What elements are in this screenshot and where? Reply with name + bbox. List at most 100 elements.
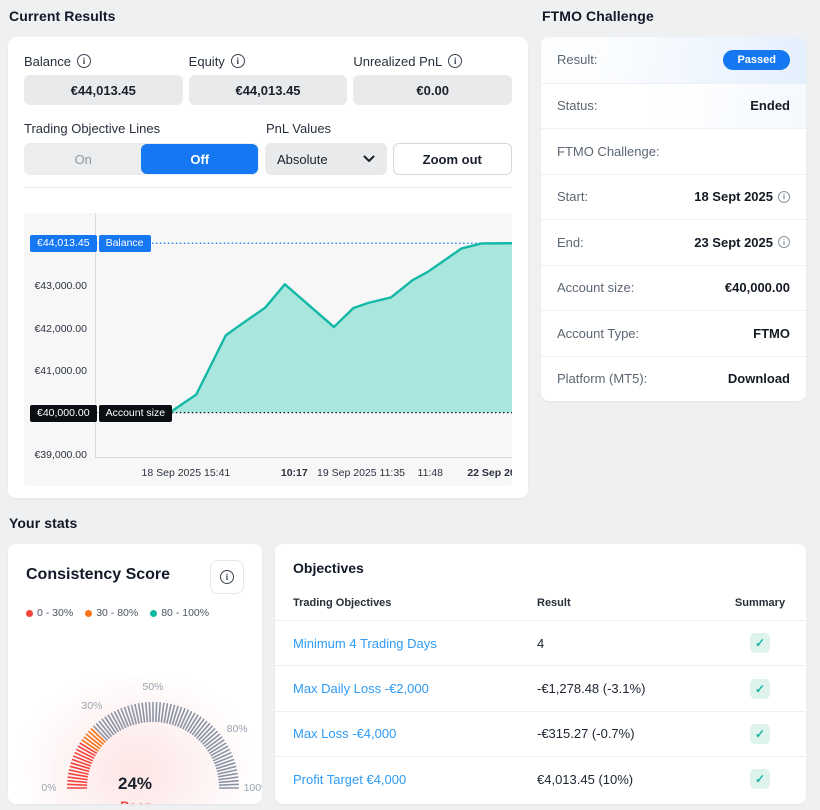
- table-row: Profit Target €4,000 €4,013.45 (10%) ✓: [275, 756, 806, 801]
- balance-marker: €44,013.45 Balance: [30, 235, 151, 252]
- current-results-title: Current Results: [9, 8, 528, 24]
- toggle-on-button[interactable]: On: [25, 144, 141, 174]
- check-icon: ✓: [750, 724, 770, 744]
- ftmo-challenge-card: Result: Passed Status: Ended FTMO Challe…: [541, 37, 806, 401]
- start-value: 18 Sept 2025: [694, 189, 773, 204]
- gauge-axis-label: 80%: [227, 723, 248, 735]
- info-icon[interactable]: [231, 54, 245, 68]
- account-size-value: €40,000.00: [725, 280, 790, 295]
- objectives-title: Objectives: [275, 560, 806, 576]
- toggle-off-button[interactable]: Off: [141, 144, 257, 174]
- col-summary: Summary: [732, 597, 788, 609]
- end-label: End:: [557, 235, 584, 250]
- objective-result: -€1,278.48 (-3.1%): [537, 681, 732, 696]
- platform-download-link[interactable]: Download: [728, 371, 790, 386]
- pnl-values-selected: Absolute: [277, 152, 328, 167]
- consistency-score-card: Consistency Score 0 - 30% 30 - 80% 80 - 10…: [8, 544, 262, 804]
- zoom-out-button[interactable]: Zoom out: [393, 143, 512, 175]
- legend-dot-icon: [85, 610, 92, 617]
- consistency-legend: 0 - 30% 30 - 80% 80 - 100%: [26, 607, 244, 619]
- gauge-ticks: [44, 621, 262, 796]
- unrealized-pnl-value: €0.00: [353, 75, 512, 105]
- check-icon: ✓: [750, 769, 770, 789]
- info-button[interactable]: [210, 560, 244, 594]
- objective-link-profit-target[interactable]: Profit Target €4,000: [293, 772, 537, 787]
- chart-x-axis: 18 Sep 2025 15:41 10:17 19 Sep 2025 11:35 1…: [95, 465, 512, 483]
- unrealized-pnl-field: Unrealized PnL €0.00: [353, 53, 512, 105]
- start-row: Start: 18 Sept 2025: [541, 174, 806, 220]
- account-size-label: Account size:: [557, 280, 634, 295]
- y-axis-tick: €39,000.00: [34, 449, 87, 461]
- x-axis-tick: 22 Sep 2025: [467, 467, 512, 479]
- pnl-values-dropdown[interactable]: Absolute: [265, 143, 387, 175]
- end-row: End: 23 Sept 2025: [541, 219, 806, 265]
- x-axis-tick: 18 Sep 2025 15:41: [142, 467, 231, 479]
- objective-result: 4: [537, 636, 732, 651]
- result-row: Result: Passed: [541, 37, 806, 83]
- account-type-label: Account Type:: [557, 326, 639, 341]
- info-icon: [220, 570, 234, 584]
- table-row: Minimum 4 Trading Days 4 ✓: [275, 620, 806, 665]
- end-value: 23 Sept 2025: [694, 235, 773, 250]
- col-result: Result: [537, 597, 732, 609]
- gauge-axis-label: 0%: [41, 782, 56, 794]
- platform-label: Platform (MT5):: [557, 371, 647, 386]
- table-row: Max Loss -€4,000 -€315.27 (-0.7%) ✓: [275, 711, 806, 756]
- balance-label: Balance: [24, 54, 71, 69]
- objective-result: -€315.27 (-0.7%): [537, 726, 732, 741]
- account-fields: Balance €44,013.45 Equity €44,013.45: [24, 53, 512, 105]
- x-axis-tick: 11:48: [418, 467, 444, 479]
- account-type-value: FTMO: [753, 326, 790, 341]
- legend-dot-icon: [26, 610, 33, 617]
- balance-marker-value: €44,013.45: [30, 235, 97, 252]
- platform-row: Platform (MT5): Download: [541, 356, 806, 402]
- consistency-gauge: 0%30%50%80%100% 24% Poor: [26, 621, 244, 796]
- y-axis-tick: €42,000.00: [34, 323, 87, 335]
- ftmo-challenge-title: FTMO Challenge: [542, 8, 806, 24]
- y-axis-tick: €41,000.00: [34, 365, 87, 377]
- ftmo-challenge-label: FTMO Challenge:: [557, 144, 660, 159]
- status-row: Status: Ended: [541, 83, 806, 129]
- info-icon[interactable]: [448, 54, 462, 68]
- objective-result: €4,013.45 (10%): [537, 772, 732, 787]
- equity-field: Equity €44,013.45: [189, 53, 348, 105]
- account-size-row: Account size: €40,000.00: [541, 265, 806, 311]
- equity-label: Equity: [189, 54, 225, 69]
- y-axis-tick: €43,000.00: [34, 280, 87, 292]
- objective-link-min-trading-days[interactable]: Minimum 4 Trading Days: [293, 636, 537, 651]
- x-axis-tick: 19 Sep 2025 11:35: [317, 467, 405, 479]
- balance-chart[interactable]: €43,000.00 €42,000.00 €41,000.00 €39,000.00…: [24, 213, 512, 486]
- balance-field: Balance €44,013.45: [24, 53, 183, 105]
- col-trading-objectives: Trading Objectives: [293, 597, 537, 609]
- trading-objective-lines-label: Trading Objective Lines: [24, 121, 266, 137]
- info-icon[interactable]: [77, 54, 91, 68]
- pnl-values-label: PnL Values: [266, 121, 331, 137]
- x-axis-tick: 10:17: [281, 467, 308, 479]
- legend-item: 0 - 30%: [26, 607, 73, 619]
- divider: [24, 187, 512, 188]
- result-label: Result:: [557, 52, 597, 67]
- chevron-down-icon: [363, 155, 375, 163]
- gauge-axis-label: 50%: [142, 681, 163, 693]
- consistency-score-title: Consistency Score: [26, 566, 170, 584]
- page: Current Results Balance €44,013.45 Equit…: [0, 0, 820, 810]
- info-icon[interactable]: [778, 191, 790, 203]
- objective-link-max-loss[interactable]: Max Loss -€4,000: [293, 726, 537, 741]
- gauge-rating: Poor: [120, 799, 150, 805]
- balance-marker-label: Balance: [99, 235, 151, 252]
- objective-link-max-daily-loss[interactable]: Max Daily Loss -€2,000: [293, 681, 537, 696]
- check-icon: ✓: [750, 633, 770, 653]
- check-icon: ✓: [750, 679, 770, 699]
- trading-objective-lines-toggle: On Off: [24, 143, 259, 175]
- info-icon[interactable]: [778, 236, 790, 248]
- account-marker-label: Account size: [99, 405, 173, 422]
- legend-item: 80 - 100%: [150, 607, 209, 619]
- objectives-header: Trading Objectives Result Summary: [275, 597, 806, 620]
- gauge-axis-label: 30%: [81, 700, 102, 712]
- objectives-card: Objectives Trading Objectives Result Sum…: [275, 544, 806, 804]
- table-row: Max Daily Loss -€2,000 -€1,278.48 (-3.1%…: [275, 665, 806, 710]
- legend-item: 30 - 80%: [85, 607, 138, 619]
- ftmo-challenge-row: FTMO Challenge:: [541, 128, 806, 174]
- passed-badge: Passed: [723, 50, 790, 70]
- account-size-marker: €40,000.00 Account size: [30, 405, 172, 422]
